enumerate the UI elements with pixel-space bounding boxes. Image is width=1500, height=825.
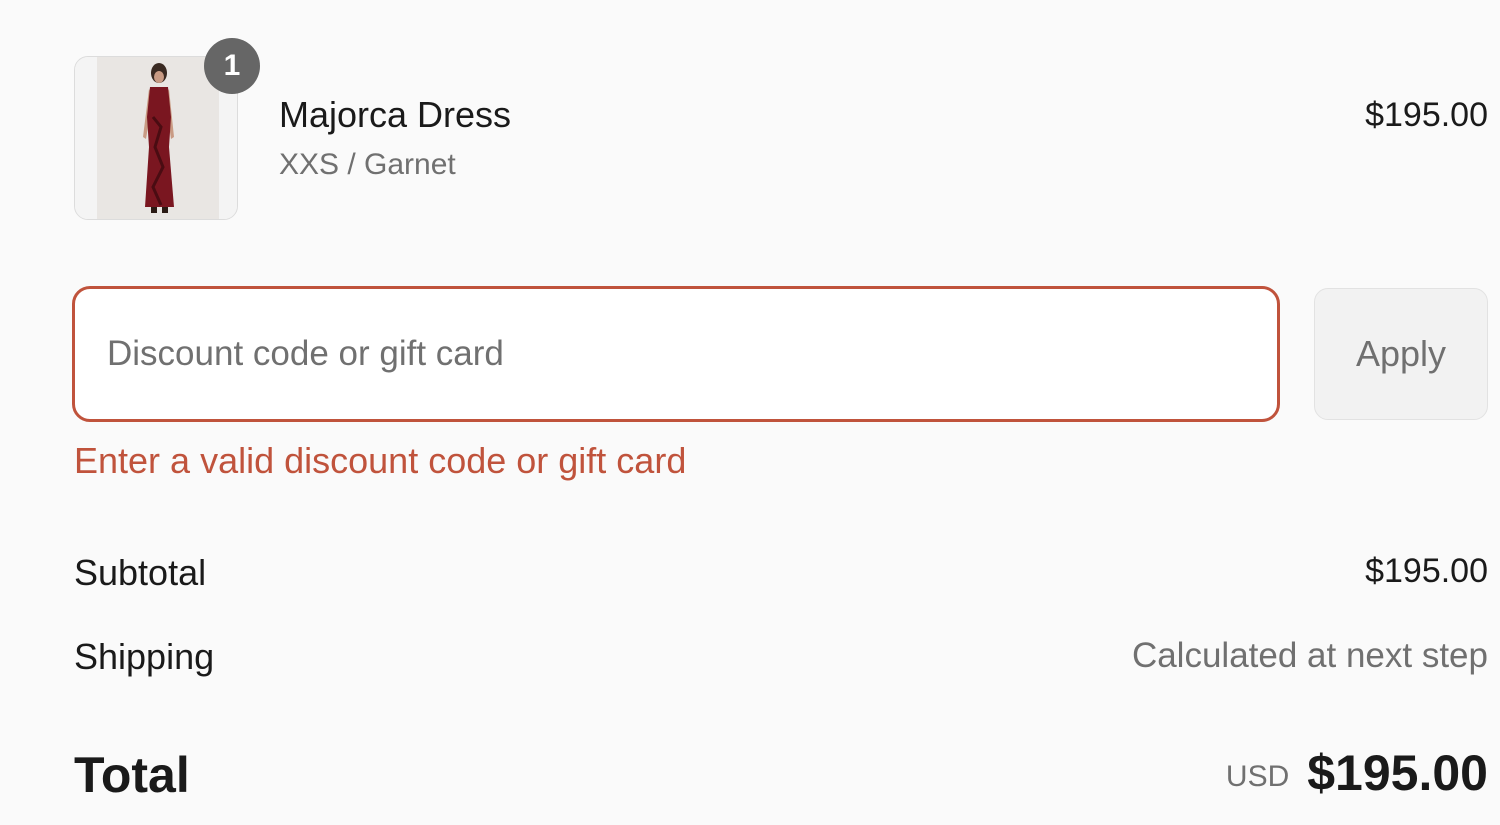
total-currency: USD bbox=[1225, 760, 1290, 793]
product-variant: XXS / Garnet bbox=[279, 148, 456, 181]
shipping-label: Shipping bbox=[74, 636, 215, 677]
total-label: Total bbox=[74, 747, 190, 803]
discount-error-message: Enter a valid discount code or gift card bbox=[74, 440, 687, 481]
total-value: USD $195.00 bbox=[1226, 744, 1488, 802]
product-name: Majorca Dress bbox=[279, 94, 512, 135]
quantity-badge: 1 bbox=[204, 38, 260, 94]
subtotal-label: Subtotal bbox=[74, 552, 207, 593]
total-amount: $195.00 bbox=[1307, 745, 1488, 801]
subtotal-value: $195.00 bbox=[1365, 552, 1488, 590]
order-summary: 1 Majorca Dress XXS / Garnet $195.00 App… bbox=[0, 0, 1500, 825]
product-price: $195.00 bbox=[1365, 96, 1488, 134]
apply-button[interactable]: Apply bbox=[1314, 288, 1488, 420]
discount-code-input[interactable] bbox=[72, 286, 1280, 422]
shipping-value: Calculated at next step bbox=[1131, 636, 1488, 675]
line-item: 1 Majorca Dress XXS / Garnet $195.00 bbox=[74, 38, 1488, 224]
